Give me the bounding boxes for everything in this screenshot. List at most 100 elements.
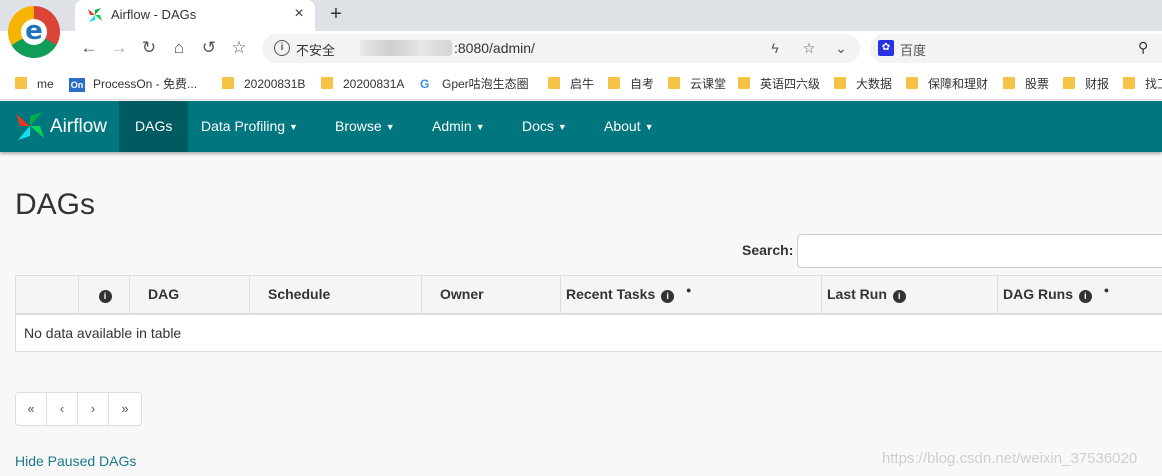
address-bar[interactable]: i 不安全 :8080/admin/ ϟ ☆ ⌄ [262, 34, 860, 63]
column-header-owner[interactable]: Owner [421, 275, 561, 315]
bookmark-label: Gper咕泡生态圈 [442, 77, 529, 91]
next-page-button[interactable]: › [78, 393, 109, 425]
bookmark-item[interactable]: 大数据 [834, 76, 892, 92]
folder-icon [608, 77, 620, 89]
first-page-button[interactable]: « [16, 393, 47, 425]
reload-icon[interactable]: ↻ [138, 37, 160, 59]
airflow-navbar: Airflow DAGs Data Profiling ▼ Browse ▼ Adm… [0, 101, 1162, 152]
tab-close-icon[interactable]: × [289, 4, 309, 24]
nav-browse-label: Browse [335, 118, 382, 134]
nav-docs-label: Docs [522, 118, 554, 134]
bookmark-label: 股票 [1025, 77, 1050, 91]
lightning-icon[interactable]: ϟ [766, 39, 784, 57]
bookmark-item[interactable]: 云课堂 [668, 76, 726, 92]
star-icon[interactable]: ☆ [800, 39, 818, 57]
last-page-button[interactable]: » [109, 393, 141, 425]
bookmark-item[interactable]: G Gper咕泡生态圈 [420, 76, 529, 92]
nav-admin[interactable]: Admin ▼ [416, 101, 501, 152]
blurred-host [360, 40, 452, 56]
folder-icon [321, 77, 333, 89]
bookmark-label: 自考 [630, 77, 655, 91]
browser-logo-icon: e [8, 6, 60, 58]
bookmark-item[interactable]: me [15, 76, 54, 92]
url-text[interactable]: :8080/admin/ [454, 40, 535, 56]
bookmark-item[interactable]: 股票 [1003, 76, 1049, 92]
nav-about[interactable]: About ▼ [588, 101, 670, 152]
bookmark-item[interactable]: 启牛 [548, 76, 594, 92]
home-icon[interactable]: ⌂ [168, 37, 190, 59]
chevron-down-icon: ▼ [475, 122, 485, 132]
folder-icon [738, 77, 750, 89]
folder-icon [1063, 77, 1075, 89]
search-icon[interactable]: ⚲ [1138, 39, 1148, 56]
sort-indicator-icon: ● [1103, 285, 1110, 296]
baidu-paw-icon: ✿ [878, 40, 894, 56]
security-label: 不安全 [296, 43, 336, 58]
nav-about-label: About [604, 118, 641, 134]
search-label: Search: [742, 242, 794, 258]
empty-table-message: No data available in table [15, 313, 1162, 352]
bookmark-item[interactable]: On ProcessOn - 免费... [69, 76, 197, 92]
nav-dags[interactable]: DAGs [119, 101, 189, 152]
brand-label: Airflow [50, 116, 108, 137]
column-header-recent-tasks[interactable]: Recent Tasks i ● [560, 275, 822, 315]
bookmark-item[interactable]: 财报 [1063, 76, 1109, 92]
column-header-dag[interactable]: DAG [129, 275, 250, 315]
folder-icon [834, 77, 846, 89]
undo-icon[interactable]: ↺ [198, 37, 220, 59]
column-label: Last Run [827, 285, 887, 302]
browser-tab-strip: Airflow - DAGs × + [0, 0, 1162, 31]
chevron-down-icon: ▼ [557, 122, 567, 132]
folder-icon [668, 77, 680, 89]
bookmark-label: ProcessOn - 免费... [93, 77, 198, 91]
site-info-icon[interactable]: i [274, 40, 290, 56]
nav-data-profiling[interactable]: Data Profiling ▼ [185, 101, 314, 152]
new-tab-button[interactable]: + [325, 3, 347, 25]
column-header-dag-runs[interactable]: DAG Runs i ● [997, 275, 1162, 315]
hide-paused-dags-link[interactable]: Hide Paused DAGs [15, 453, 136, 469]
search-input[interactable] [797, 234, 1162, 268]
tab-title: Airflow - DAGs [111, 7, 197, 22]
forward-arrow-icon[interactable]: → [108, 37, 130, 59]
nav-admin-label: Admin [432, 118, 472, 134]
browser-toolbar: ← → ↻ ⌂ ↺ ☆ i 不安全 :8080/admin/ ϟ ☆ ⌄ ✿ 百… [0, 31, 1162, 66]
folder-icon [548, 77, 560, 89]
nav-dags-label: DAGs [135, 118, 173, 134]
table-row: No data available in table [15, 313, 1162, 352]
chevron-down-icon[interactable]: ⌄ [832, 39, 850, 57]
column-header-last-run[interactable]: Last Run i [821, 275, 998, 315]
column-label: DAG [148, 286, 180, 303]
pagination: « ‹ › » [15, 392, 142, 426]
nav-browse[interactable]: Browse ▼ [319, 101, 411, 152]
bookmark-star-icon[interactable]: ☆ [228, 37, 250, 59]
bookmark-item[interactable]: 20200831A [321, 76, 404, 92]
column-label: Owner [440, 286, 484, 303]
bookmark-label: 找工 [1145, 77, 1162, 91]
column-header-info[interactable]: i [78, 275, 130, 315]
watermark: https://blog.csdn.net/weixin_37536020 [882, 450, 1138, 467]
bookmark-item[interactable]: 保障和理财 [906, 76, 988, 92]
search-engine-box[interactable]: ✿ 百度 ⚲ [870, 34, 1162, 63]
folder-icon [15, 77, 27, 89]
browser-tab-airflow[interactable]: Airflow - DAGs × [75, 0, 315, 31]
folder-icon [222, 77, 234, 89]
airflow-pinwheel-icon [16, 112, 44, 140]
column-header-checkbox[interactable] [15, 275, 79, 315]
table-header-row: i DAG Schedule Owner Recent Tasks i ● La… [15, 275, 1162, 315]
previous-page-button[interactable]: ‹ [47, 393, 78, 425]
bookmark-label: 20200831B [244, 77, 306, 91]
chevron-down-icon: ▼ [385, 122, 395, 132]
back-arrow-icon[interactable]: ← [78, 37, 100, 59]
bookmark-item[interactable]: 自考 [608, 76, 654, 92]
bookmark-item[interactable]: 英语四六级 [738, 76, 820, 92]
bookmark-item[interactable]: 20200831B [222, 76, 305, 92]
column-label: Schedule [268, 286, 331, 303]
airflow-favicon-icon [88, 8, 102, 22]
page-title: DAGs [15, 188, 96, 221]
column-header-schedule[interactable]: Schedule [249, 275, 422, 315]
processon-icon: On [69, 78, 85, 92]
nav-docs[interactable]: Docs ▼ [506, 101, 583, 152]
bookmarks-bar: me On ProcessOn - 免费... 20200831B 20200831A G… [0, 66, 1162, 100]
bookmark-item[interactable]: 找工 [1123, 76, 1162, 92]
folder-icon [906, 77, 918, 89]
